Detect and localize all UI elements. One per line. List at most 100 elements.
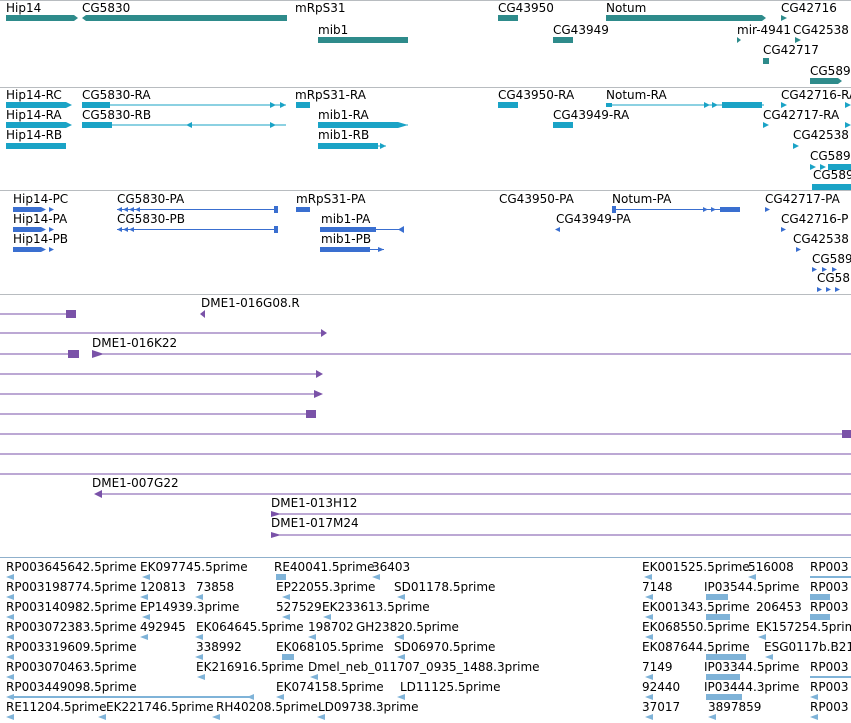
est-label[interactable]: EK097745.5prime [140, 561, 248, 574]
protein-label[interactable]: Hip14-PC [13, 193, 68, 206]
protein-label[interactable]: CG58 [817, 272, 850, 285]
protein-label[interactable]: CG42538 [793, 233, 849, 246]
gene-label[interactable]: CG589 [810, 65, 851, 78]
transcript-label[interactable]: CG589 [810, 150, 851, 163]
est-label[interactable]: RH40208.5prime [216, 701, 318, 714]
est-label[interactable]: ESG0117b.B21 [764, 641, 851, 654]
est-label[interactable]: EK064645.5prime [196, 621, 304, 634]
transcript-label[interactable]: CG42538 [793, 129, 849, 142]
est-label[interactable]: SD06970.5prime [394, 641, 495, 654]
est-label[interactable]: EK087644.5prime [642, 641, 750, 654]
est-label[interactable]: 36403 [372, 561, 410, 574]
est-label[interactable]: EK216916.5prime [196, 661, 304, 674]
est-label[interactable]: 7148 [642, 581, 673, 594]
transcript-label[interactable]: CG42717-RA [763, 109, 839, 122]
protein-label[interactable]: Notum-PA [612, 193, 671, 206]
est-label[interactable]: RP003449098.5prime [6, 681, 137, 694]
est-label[interactable]: 3897859 [708, 701, 761, 714]
est-label[interactable]: EK001343.5prime [642, 601, 750, 614]
est-label[interactable]: RP003645642.5prime [6, 561, 137, 574]
gene-label[interactable]: CG42717 [763, 44, 819, 57]
est-label[interactable]: LD11125.5prime [400, 681, 501, 694]
est-label[interactable]: EP22055.3prime [276, 581, 375, 594]
clone-label[interactable]: DME1-007G22 [92, 477, 179, 490]
protein-label[interactable]: Hip14-PA [13, 213, 67, 226]
protein-label[interactable]: mib1-PB [321, 233, 371, 246]
transcript-label[interactable]: CG43950-RA [498, 89, 574, 102]
transcript-label[interactable]: mib1-RA [318, 109, 369, 122]
transcript-label[interactable]: CG5830-RB [82, 109, 151, 122]
transcript-label[interactable]: mRpS31-RA [295, 89, 366, 102]
est-label[interactable]: 92440 [642, 681, 680, 694]
protein-label[interactable]: CG43950-PA [499, 193, 574, 206]
est-label[interactable]: EK074158.5prime [276, 681, 384, 694]
est-label[interactable]: 7149 [642, 661, 673, 674]
gene-label[interactable]: CG5830 [82, 2, 130, 15]
transcript-label[interactable]: Notum-RA [606, 89, 667, 102]
est-label[interactable]: RP003319609.5prime [6, 641, 137, 654]
est-label[interactable]: IP03344.5prime [704, 661, 799, 674]
est-label[interactable]: RP003 [810, 661, 848, 674]
est-label[interactable]: 527529 [276, 601, 322, 614]
est-label[interactable]: EK233613.5prime [322, 601, 430, 614]
protein-label[interactable]: CG589 [812, 253, 851, 266]
est-label[interactable]: 198702 [308, 621, 354, 634]
protein-label[interactable]: CG42716-P [781, 213, 848, 226]
est-label[interactable]: EK068105.5prime [276, 641, 384, 654]
clone-label[interactable]: DME1-016K22 [92, 337, 177, 350]
gene-label[interactable]: CG43949 [553, 24, 609, 37]
transcript-label[interactable]: mib1-RB [318, 129, 369, 142]
est-label[interactable]: RP003 [810, 561, 848, 574]
protein-label[interactable]: CG5830-PB [117, 213, 185, 226]
est-label[interactable]: 492945 [140, 621, 186, 634]
protein-label[interactable]: CG43949-PA [556, 213, 631, 226]
transcript-label[interactable]: Hip14-RB [6, 129, 62, 142]
est-label[interactable]: RP003 [810, 581, 848, 594]
clone-label[interactable]: DME1-017M24 [271, 517, 359, 530]
est-label[interactable]: 120813 [140, 581, 186, 594]
est-label[interactable]: RP003 [810, 701, 848, 714]
est-label[interactable]: SD01178.5prime [394, 581, 495, 594]
est-label[interactable]: EK157254.5prime [756, 621, 851, 634]
est-label[interactable]: RE40041.5prime [274, 561, 375, 574]
est-label[interactable]: IP03444.3prime [704, 681, 799, 694]
est-label[interactable]: RP003072383.5prime [6, 621, 137, 634]
est-label[interactable]: EK068550.5prime [642, 621, 750, 634]
est-label[interactable]: EK221746.5prime [106, 701, 214, 714]
est-label[interactable]: 206453 [756, 601, 802, 614]
est-label[interactable]: EK001525.5prime [642, 561, 750, 574]
est-label[interactable]: 338992 [196, 641, 242, 654]
gene-label[interactable]: CG42716 [781, 2, 837, 15]
est-label[interactable]: Dmel_neb_011707_0935_1488.3prime [308, 661, 540, 674]
gene-label[interactable]: mir-4941 [737, 24, 791, 37]
gene-label[interactable]: Hip14 [6, 2, 41, 15]
protein-label[interactable]: CG42717-PA [765, 193, 840, 206]
transcript-label[interactable]: Hip14-RA [6, 109, 62, 122]
transcript-label[interactable]: Hip14-RC [6, 89, 62, 102]
gene-label[interactable]: mRpS31 [295, 2, 346, 15]
transcript-label[interactable]: CG42716-RA [781, 89, 851, 102]
clone-label[interactable]: DME1-016G08.R [201, 297, 300, 310]
gene-label[interactable]: Notum [606, 2, 646, 15]
gene-label[interactable]: mib1 [318, 24, 348, 37]
protein-label[interactable]: Hip14-PB [13, 233, 68, 246]
est-label[interactable]: IP03544.5prime [704, 581, 799, 594]
est-label[interactable]: RP003198774.5prime [6, 581, 137, 594]
gene-label[interactable]: CG43950 [498, 2, 554, 15]
est-label[interactable]: LD09738.3prime [318, 701, 419, 714]
est-label[interactable]: 37017 [642, 701, 680, 714]
clone-label[interactable]: DME1-013H12 [271, 497, 357, 510]
est-label[interactable]: GH23820.5prime [356, 621, 459, 634]
est-label[interactable]: 73858 [196, 581, 234, 594]
protein-label[interactable]: CG5830-PA [117, 193, 184, 206]
est-label[interactable]: RP003070463.5prime [6, 661, 137, 674]
transcript-label[interactable]: CG5830-RA [82, 89, 151, 102]
est-label[interactable]: RE11204.5prime [6, 701, 107, 714]
protein-label[interactable]: mRpS31-PA [296, 193, 366, 206]
est-label[interactable]: RP003140982.5prime [6, 601, 137, 614]
transcript-label[interactable]: CG43949-RA [553, 109, 629, 122]
est-label[interactable]: EP14939.3prime [140, 601, 239, 614]
transcript-label[interactable]: CG589 [813, 169, 851, 182]
protein-label[interactable]: mib1-PA [321, 213, 370, 226]
est-label[interactable]: RP003 [810, 601, 848, 614]
